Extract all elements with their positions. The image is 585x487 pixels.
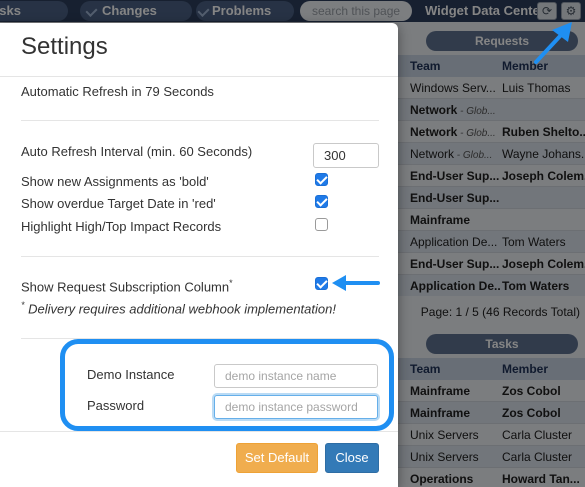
arrow-up-right-icon <box>534 22 572 64</box>
demo-credentials-highlight: Demo Instance Password <box>60 339 394 431</box>
subscription-column-label: Show Request Subscription Column* <box>21 278 233 295</box>
overdue-red-label: Show overdue Target Date in 'red' <box>21 196 216 211</box>
arrow-left-icon <box>332 275 380 291</box>
close-button[interactable]: Close <box>325 443 379 473</box>
set-default-button[interactable]: Set Default <box>236 443 318 473</box>
refresh-interval-label: Auto Refresh Interval (min. 60 Seconds) <box>21 144 253 159</box>
highlight-impact-label: Highlight High/Top Impact Records <box>21 219 222 234</box>
subscription-column-checkbox[interactable] <box>315 277 328 290</box>
demo-instance-input[interactable] <box>214 364 378 388</box>
refresh-interval-input[interactable] <box>313 143 379 168</box>
highlight-impact-checkbox[interactable] <box>315 218 328 231</box>
dialog-title: Settings <box>21 33 108 60</box>
password-label: Password <box>87 398 145 413</box>
settings-dialog: Settings Automatic Refresh in 79 Seconds… <box>0 23 398 487</box>
bold-assignments-checkbox[interactable] <box>315 173 328 186</box>
divider <box>0 76 398 77</box>
password-input[interactable] <box>214 395 378 419</box>
bold-assignments-label: Show new Assignments as 'bold' <box>21 174 209 189</box>
webhook-note: * Delivery requires additional webhook i… <box>21 300 336 317</box>
auto-refresh-status: Automatic Refresh in 79 Seconds <box>21 84 214 99</box>
divider <box>21 256 379 257</box>
demo-instance-label: Demo Instance <box>87 367 175 382</box>
footnote-marker: * <box>229 278 233 288</box>
overdue-red-checkbox[interactable] <box>315 195 328 208</box>
divider <box>0 431 398 432</box>
divider <box>21 120 379 121</box>
